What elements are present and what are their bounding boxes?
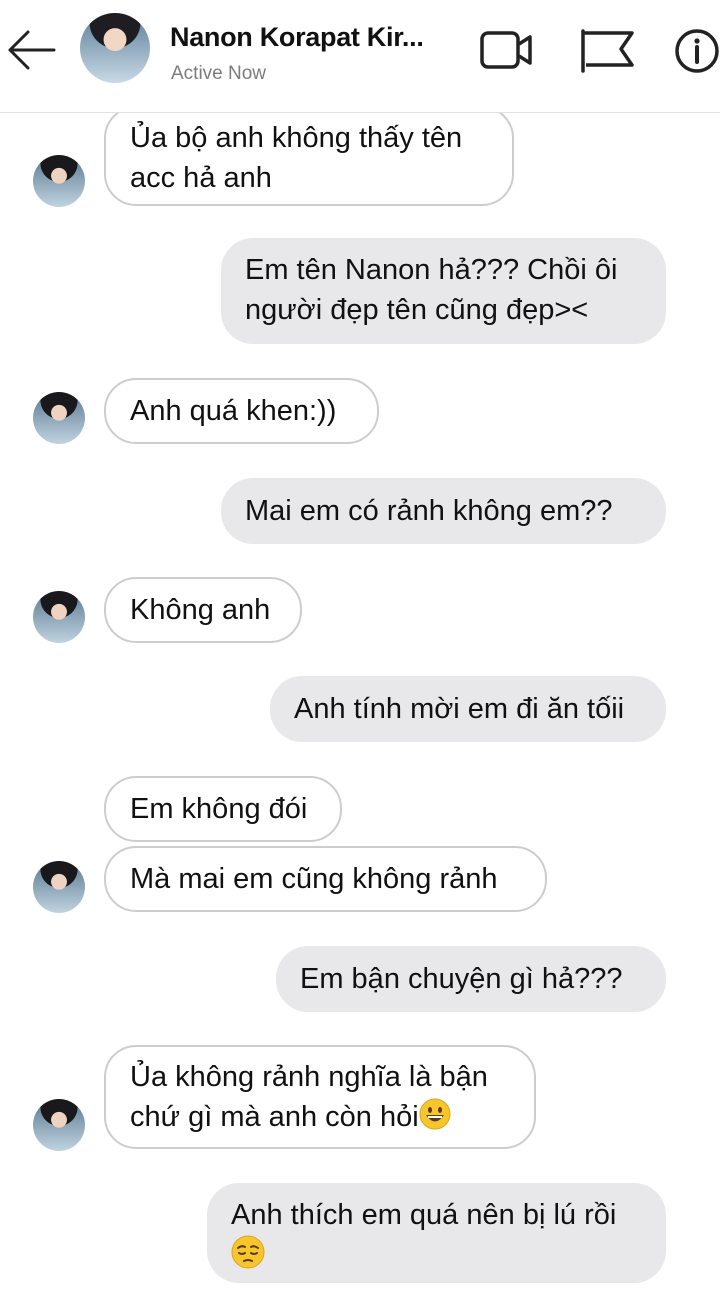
message-text-line: Em không đói [130,793,308,825]
info-button[interactable] [673,27,720,75]
message-text-line: Mai em có rảnh không em?? [245,495,613,527]
report-button[interactable] [578,27,636,75]
active-status: Active Now [171,63,267,84]
contact-avatar-small[interactable] [33,591,85,643]
chat-header: Nanon Korapat Kir... Active Now [0,0,720,113]
message-text-line: Anh thích em quá nên bị lú rồi [231,1199,617,1231]
incoming-message-bubble[interactable]: Không anh [104,577,302,643]
contact-avatar-small[interactable] [33,155,85,207]
message-text-line: Anh quá khen:)) [130,395,337,427]
video-call-icon [480,31,532,69]
message-text-line: Anh tính mời em đi ăn tốii [294,693,625,725]
contact-avatar-small[interactable] [33,392,85,444]
outgoing-message-bubble[interactable]: Em tên Nanon hả??? Chồi ôi người đẹp tên… [221,238,666,344]
pensive-face-emoji [231,1235,265,1269]
back-button[interactable] [4,24,60,76]
message-text-line: Ủa không rảnh nghĩa là bận [130,1061,488,1093]
back-arrow-icon [8,30,56,70]
outgoing-message-bubble[interactable]: Mai em có rảnh không em?? [221,478,666,544]
contact-avatar[interactable] [80,13,150,83]
message-text-line: Ủa bộ anh không thấy tên [130,122,463,154]
contact-name[interactable]: Nanon Korapat Kir... [170,22,440,53]
incoming-message-bubble[interactable]: Em không đói [104,776,342,842]
incoming-message-bubble[interactable]: Anh quá khen:)) [104,378,379,444]
message-text-line [231,1235,642,1276]
flag-icon [581,29,634,73]
outgoing-message-bubble[interactable]: Em bận chuyện gì hả??? [276,946,666,1012]
incoming-message-bubble[interactable]: Ủa bộ anh không thấy tên acc hả anh [104,106,514,206]
message-text-line: Em bận chuyện gì hả??? [300,963,623,995]
message-text-line: người đẹp tên cũng đẹp>< [245,294,589,326]
outgoing-message-bubble[interactable]: Anh tính mời em đi ăn tốii [270,676,666,742]
contact-avatar-small[interactable] [33,861,85,913]
grinning-face-emoji [419,1098,451,1130]
message-text-line: Mà mai em cũng không rảnh [130,863,498,895]
video-call-button[interactable] [478,27,536,75]
contact-avatar-small[interactable] [33,1099,85,1151]
message-text-line: Không anh [130,594,271,626]
info-icon [675,29,719,73]
incoming-message-bubble[interactable]: Ủa không rảnh nghĩa là bận chứ gì mà anh… [104,1045,536,1149]
incoming-message-bubble[interactable]: Mà mai em cũng không rảnh [104,846,547,912]
outgoing-message-bubble[interactable]: Anh thích em quá nên bị lú rồi [207,1183,666,1283]
message-text-line: acc hả anh [130,162,272,194]
message-text-line: chứ gì mà anh còn hỏi [130,1097,510,1137]
message-text-line: Em tên Nanon hả??? Chồi ôi [245,254,618,286]
